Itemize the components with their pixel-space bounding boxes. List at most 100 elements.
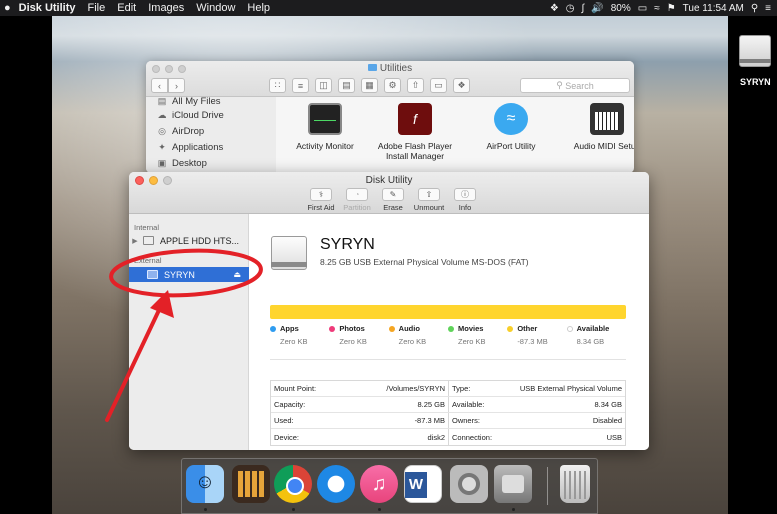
itunes-icon[interactable]: ♫ <box>360 465 398 503</box>
icon-view-button[interactable]: ∷ <box>269 78 286 93</box>
info-cell-available: Available: 8.34 GB <box>448 397 625 412</box>
tag-button[interactable]: ▭ <box>430 78 447 93</box>
finder-title-text: Utilities <box>379 63 413 74</box>
legend-value: Zero KB <box>280 337 308 346</box>
finder-search-field[interactable]: ⚲ Search <box>520 78 630 93</box>
volume-icon[interactable]: 🔊 <box>591 3 603 14</box>
storage-usage-bar <box>270 305 626 319</box>
info-row: Mount Point: /Volumes/SYRYN Type: USB Exte… <box>271 381 625 397</box>
drive-slot <box>739 59 771 63</box>
battery-icon[interactable]: ▭ <box>638 3 647 14</box>
calculator-icon[interactable] <box>232 465 270 503</box>
legend-dot <box>566 325 573 332</box>
flag-icon[interactable]: ⚑ <box>667 3 676 14</box>
legend-available: Available 8.34 GB <box>566 324 626 346</box>
desktop-icon: ▣ <box>157 157 167 168</box>
dropbox-toolbar-button[interactable]: ❖ <box>453 78 470 93</box>
unmount-button[interactable]: ⇧ Unmount <box>413 188 445 212</box>
info-label: Capacity: <box>274 400 306 409</box>
menu-app-name[interactable]: Disk Utility <box>19 2 76 14</box>
sidebar-item-icloud[interactable]: ☁ iCloud Drive <box>146 107 276 123</box>
time-machine-icon[interactable]: ◷ <box>566 3 575 14</box>
info-row: Device: disk2 Connection: USB <box>271 429 625 445</box>
dropbox-icon[interactable]: ❖ <box>550 3 559 14</box>
erase-button[interactable]: ✎ Erase <box>377 188 409 212</box>
finder-titlebar[interactable]: Utilities ‹ › ∷ ≡ ◫ ▤ ▦ ⚙ ⇧ ▭ ❖ ⚲ Search <box>146 61 634 97</box>
notification-center-icon[interactable]: ≡ <box>765 3 771 14</box>
legend-audio: Audio Zero KB <box>388 324 448 346</box>
legend-name: Available <box>576 324 610 333</box>
app-audio-midi-setup[interactable]: Audio MIDI Setup <box>562 103 634 151</box>
finder-icon[interactable] <box>186 465 224 503</box>
sidebar-item-desktop[interactable]: ▣ Desktop <box>146 155 276 171</box>
share-button[interactable]: ⇧ <box>407 78 424 93</box>
spotlight-icon[interactable]: ⚲ <box>751 3 758 14</box>
tool-label: Erase <box>383 203 403 212</box>
back-button[interactable]: ‹ <box>151 78 168 93</box>
info-cell-connection: Connection: USB <box>448 429 625 445</box>
trash-icon[interactable] <box>560 465 590 503</box>
info-label: Used: <box>274 416 294 425</box>
eject-icon[interactable]: ⏏ <box>233 270 241 279</box>
menu-extras: ❖ ◷ ∫ 🔊 80% ▭ ≈ ⚑ Tue 11:54 AM ⚲ ≡ <box>550 3 777 14</box>
action-gear-button[interactable]: ⚙ <box>384 78 401 93</box>
battery-percent[interactable]: 80% <box>611 3 631 14</box>
desktop-drive-label[interactable]: SYRYN <box>740 77 771 87</box>
sidebar-item-applications[interactable]: ✦ Applications <box>146 139 276 155</box>
app-activity-monitor[interactable]: Activity Monitor <box>280 103 370 151</box>
finder-window: Utilities ‹ › ∷ ≡ ◫ ▤ ▦ ⚙ ⇧ ▭ ❖ ⚲ Search… <box>146 61 634 173</box>
gallery-view-button[interactable]: ▤ <box>338 78 355 93</box>
legend-name: Other <box>517 324 538 333</box>
sidebar-item-apple-hdd[interactable]: ▶ APPLE HDD HTS... <box>129 233 249 248</box>
forward-button[interactable]: › <box>168 78 185 93</box>
safari-icon[interactable] <box>317 465 355 503</box>
info-label: Mount Point: <box>274 384 317 393</box>
tool-label: Info <box>458 203 472 212</box>
info-button[interactable]: ⓘ Info <box>449 188 481 212</box>
airport-utility-icon: ≈ <box>494 103 528 135</box>
info-value: disk2 <box>427 432 445 442</box>
sidebar-section-external: External <box>134 256 162 265</box>
sidebar-item-airdrop[interactable]: ◎ AirDrop <box>146 123 276 139</box>
disclosure-triangle-icon[interactable]: ▶ <box>129 237 141 245</box>
list-view-button[interactable]: ≡ <box>292 78 309 93</box>
first-aid-button[interactable]: ⚕ First Aid <box>305 188 337 212</box>
unmount-icon: ⇧ <box>418 188 440 201</box>
info-cell-used: Used: -87.3 MB <box>271 413 448 428</box>
word-icon[interactable] <box>404 465 442 503</box>
volume-name: SYRYN <box>320 236 375 253</box>
chrome-icon[interactable] <box>274 465 312 503</box>
legend-dot <box>507 325 514 332</box>
info-label: Available: <box>452 400 485 409</box>
menu-clock[interactable]: Tue 11:54 AM <box>683 3 744 14</box>
sidebar-item-syryn[interactable]: SYRYN ⏏ <box>129 267 249 282</box>
disk-utility-titlebar[interactable]: Disk Utility ⚕ First Aid ◔ Partition ✎ E… <box>129 172 649 214</box>
sidebar-item-all-my-files[interactable]: ▤ All My Files <box>146 97 276 107</box>
app-adobe-flash[interactable]: f Adobe Flash Player Install Manager <box>370 103 460 161</box>
info-value: USB <box>606 432 622 442</box>
finder-sidebar: ▤ All My Files ☁ iCloud Drive ◎ AirDrop ✦ Ap… <box>146 97 276 173</box>
disk-utility-icon[interactable] <box>494 465 532 503</box>
legend-dot <box>447 325 454 332</box>
external-disk-icon <box>147 270 158 279</box>
sidebar-section-internal: Internal <box>134 223 160 232</box>
menu-window[interactable]: Window <box>196 2 235 14</box>
column-view-button[interactable]: ◫ <box>315 78 332 93</box>
du-main-panel: SYRYN 8.25 GB USB External Physical Volu… <box>249 214 649 450</box>
info-value: Disabled <box>592 416 622 425</box>
apple-icon[interactable]: ● <box>4 2 11 14</box>
bluetooth-icon[interactable]: ∫ <box>582 3 585 14</box>
wifi-icon[interactable]: ≈ <box>654 3 660 14</box>
menu-file[interactable]: File <box>88 2 106 14</box>
sidebar-item-label: iCloud Drive <box>172 109 224 121</box>
menu-images[interactable]: Images <box>148 2 184 14</box>
desktop-drive-icon[interactable] <box>737 33 775 73</box>
menu-help[interactable]: Help <box>247 2 270 14</box>
info-label: Owners: <box>452 416 480 425</box>
menu-edit[interactable]: Edit <box>117 2 136 14</box>
system-preferences-icon[interactable] <box>450 465 488 503</box>
partition-button[interactable]: ◔ Partition <box>341 188 373 212</box>
app-airport-utility[interactable]: ≈ AirPort Utility <box>466 103 556 151</box>
arrange-button[interactable]: ▦ <box>361 78 378 93</box>
tool-label: Unmount <box>413 203 445 212</box>
